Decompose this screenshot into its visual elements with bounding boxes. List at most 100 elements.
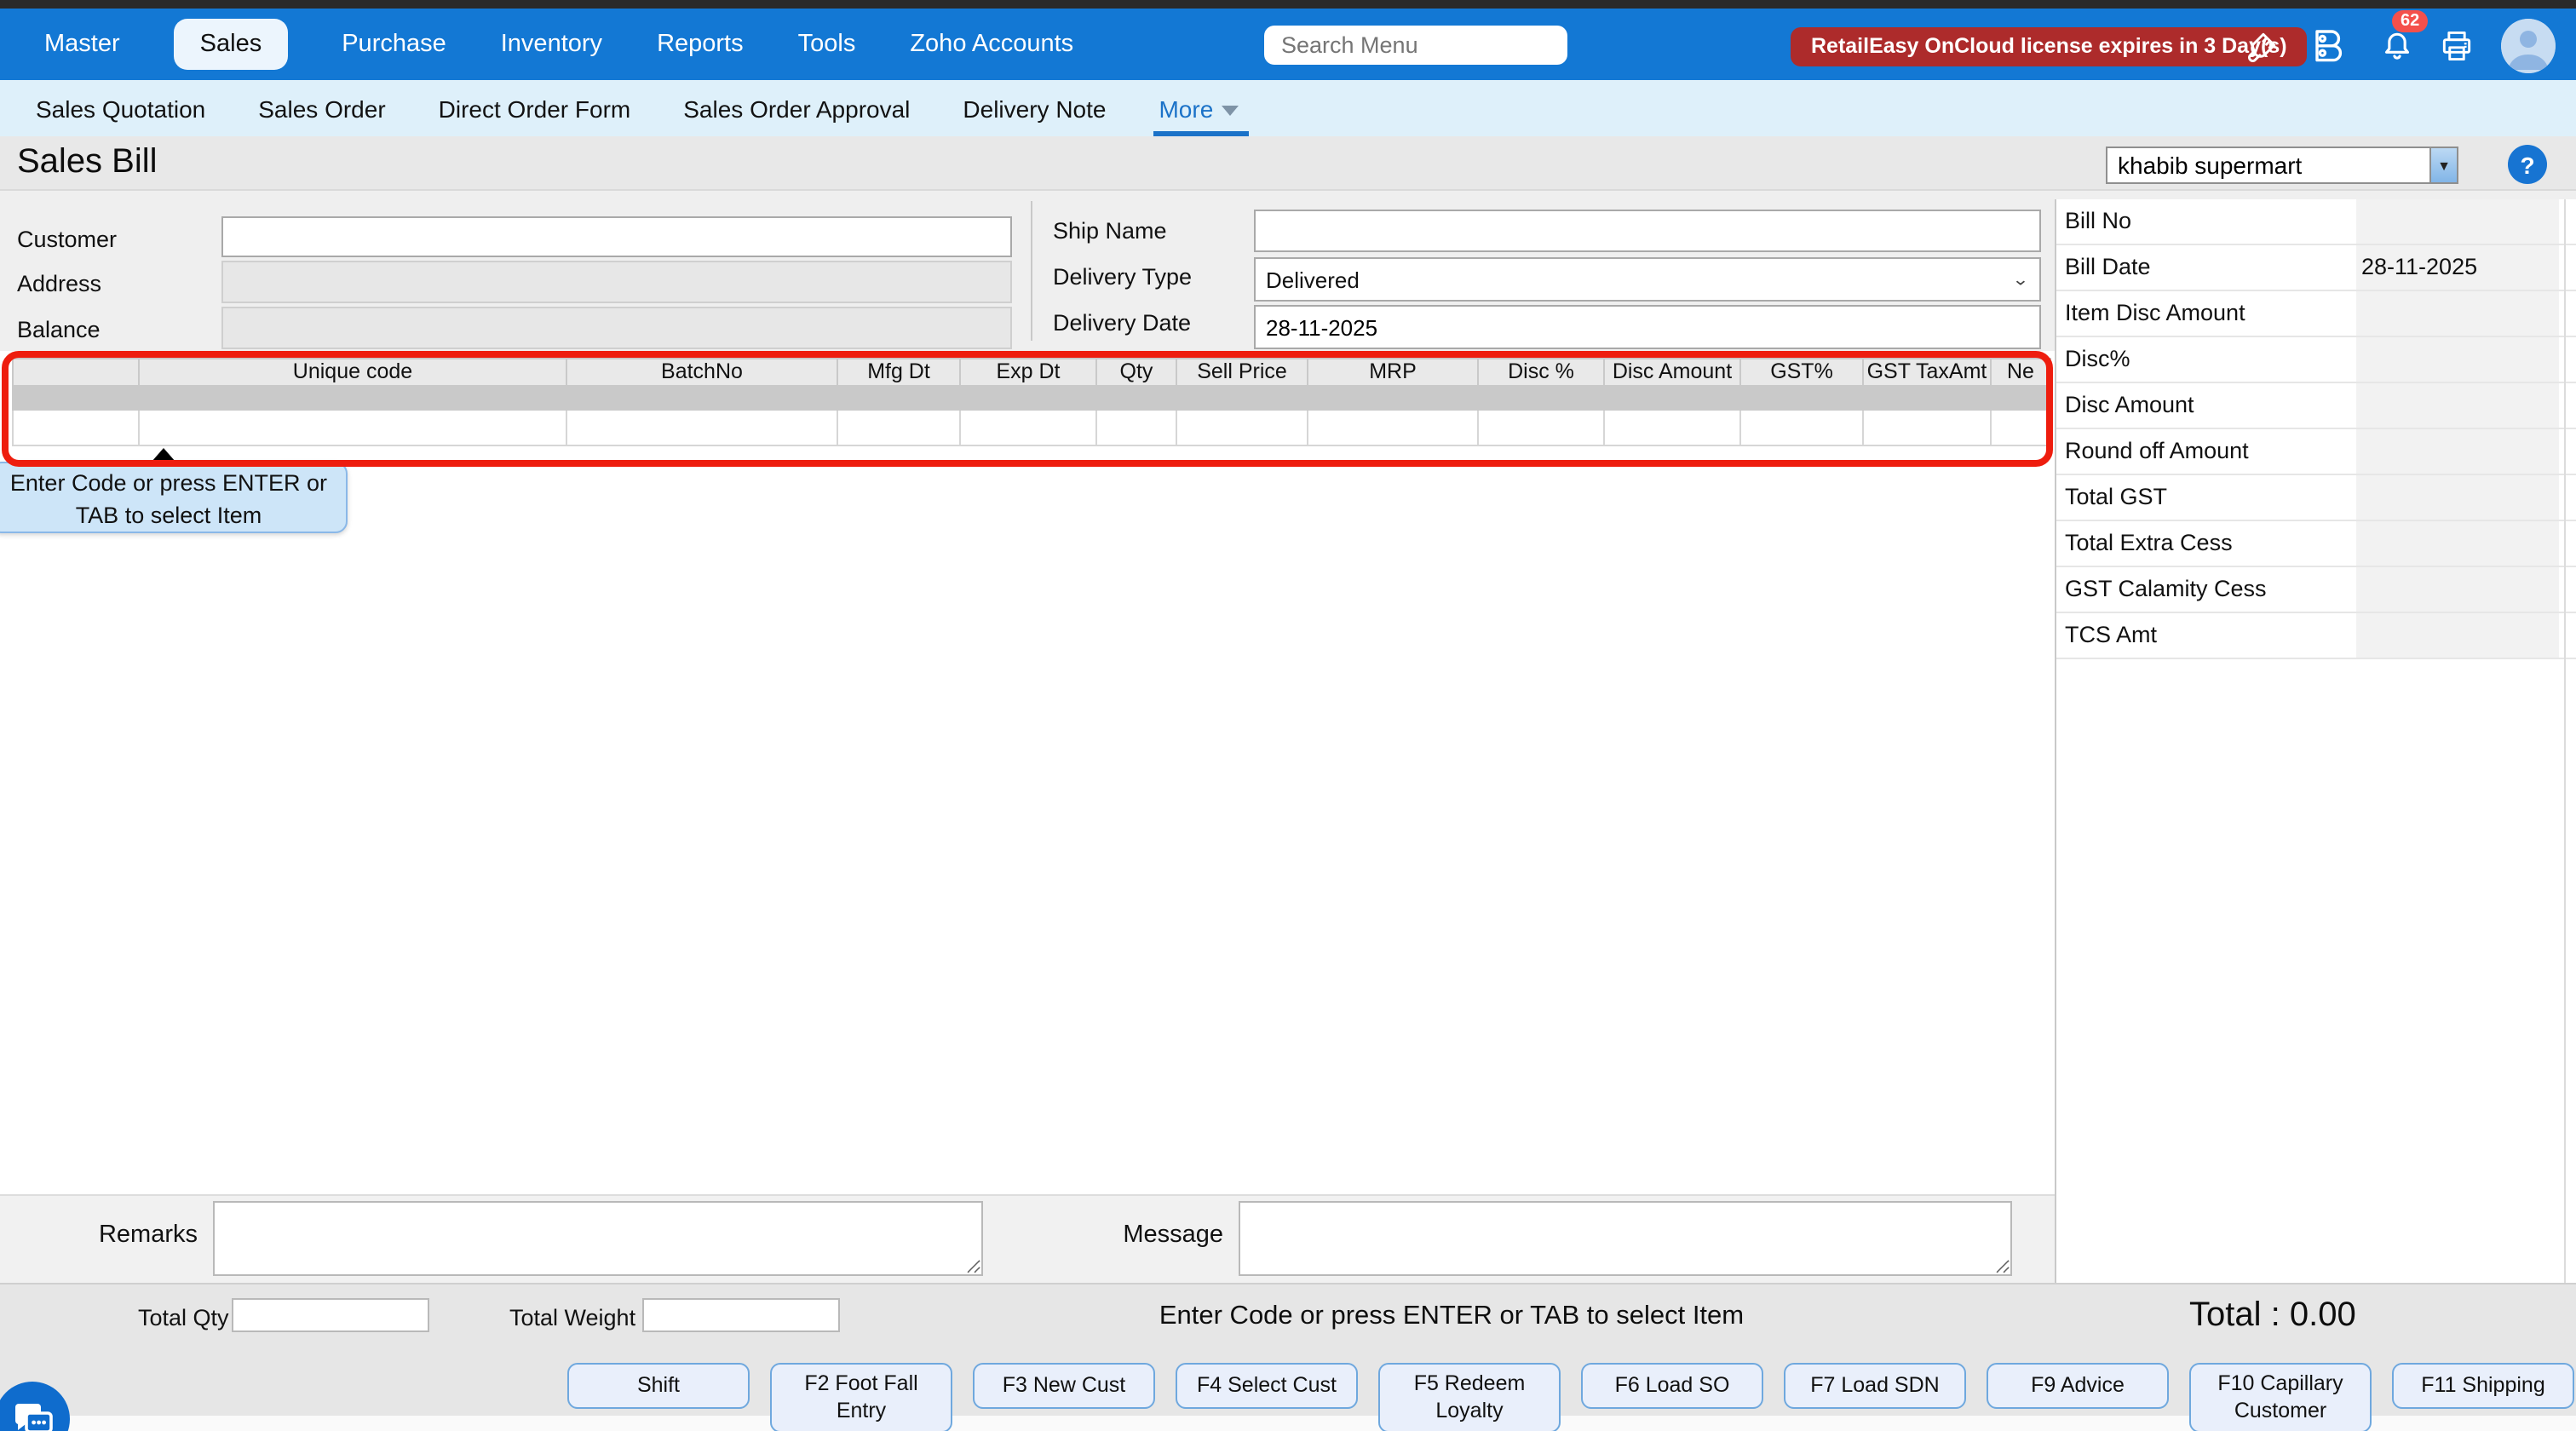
summary-row-total-extra-cess: Total Extra Cess xyxy=(2056,521,2576,567)
balance-input xyxy=(221,307,1012,349)
subnav-item-more[interactable]: More xyxy=(1159,80,1239,136)
sales-subnav: Sales Quotation Sales Order Direct Order F… xyxy=(0,80,2576,136)
fn-button-f2-foot-fall-entry[interactable]: F2 Foot Fall Entry xyxy=(770,1363,952,1431)
fn-button-f6-load-so[interactable]: F6 Load SO xyxy=(1581,1363,1763,1409)
nav-item-reports[interactable]: Reports xyxy=(657,31,744,58)
user-avatar[interactable] xyxy=(2501,19,2556,73)
entry-cell-qty[interactable] xyxy=(1097,411,1177,445)
fn-button-f4-select-cust[interactable]: F4 Select Cust xyxy=(1176,1363,1358,1409)
customer-input[interactable] xyxy=(221,216,1012,257)
summary-row-bill-date: Bill Date28-11-2025 xyxy=(2056,245,2576,291)
entry-cell-ne[interactable] xyxy=(1992,411,2050,445)
ship-name-label: Ship Name xyxy=(1053,218,1167,244)
summary-value-tcs-amt xyxy=(2356,613,2559,658)
col-header-ne: Ne xyxy=(1992,359,2050,387)
summary-row-disc: Disc% xyxy=(2056,337,2576,383)
message-textarea[interactable] xyxy=(1239,1201,2012,1276)
entry-cell-gst-taxamt[interactable] xyxy=(1864,411,1992,445)
summary-row-total-gst: Total GST xyxy=(2056,475,2576,521)
help-icon[interactable]: ? xyxy=(2508,145,2547,184)
fn-button-f9-advice[interactable]: F9 Advice xyxy=(1987,1363,2169,1409)
col-header-mrp: MRP xyxy=(1308,359,1479,387)
summary-label-bill-date: Bill Date xyxy=(2065,245,2151,290)
store-selector[interactable] xyxy=(2106,147,2431,184)
form-divider xyxy=(1031,201,1032,341)
fn-button-f3-new-cust[interactable]: F3 New Cust xyxy=(973,1363,1155,1409)
nav-item-master[interactable]: Master xyxy=(44,31,120,58)
entry-cell-sell-price[interactable] xyxy=(1177,411,1308,445)
subnav-item-direct-order-form[interactable]: Direct Order Form xyxy=(439,80,631,136)
subnav-item-delivery-note[interactable]: Delivery Note xyxy=(963,80,1106,136)
summary-label-total-gst: Total GST xyxy=(2065,475,2167,520)
license-warning-badge: RetailEasy OnCloud license expires in 3 … xyxy=(1791,27,2308,66)
summary-value-item-disc-amount xyxy=(2356,291,2559,336)
delivery-type-select[interactable]: Delivered ⌄ xyxy=(1254,257,2041,302)
col-header-gst-taxamt: GST TaxAmt xyxy=(1864,359,1992,387)
page-title: Sales Bill xyxy=(17,143,158,182)
total-qty-label: Total Qty xyxy=(138,1305,229,1330)
summary-label-round-off-amount: Round off Amount xyxy=(2065,429,2249,474)
chevron-down-icon xyxy=(1222,105,1239,115)
zoho-books-icon[interactable] xyxy=(2307,26,2348,66)
summary-label-disc: Disc% xyxy=(2065,337,2130,382)
bill-summary-panel: Bill NoBill Date28-11-2025Item Disc Amou… xyxy=(2055,199,2576,1283)
nav-item-tools[interactable]: Tools xyxy=(798,31,856,58)
summary-label-gst-calamity-cess: GST Calamity Cess xyxy=(2065,567,2267,612)
summary-value-total-gst xyxy=(2356,475,2559,520)
entry-cell-disc[interactable] xyxy=(1479,411,1605,445)
fn-button-f7-load-sdn[interactable]: F7 Load SDN xyxy=(1784,1363,1966,1409)
grand-total-label: Total : xyxy=(2189,1296,2280,1334)
fn-button-f5-redeem-loyalty[interactable]: F5 Redeem Loyalty xyxy=(1378,1363,1561,1431)
balance-label: Balance xyxy=(17,317,101,342)
summary-row-disc-amount: Disc Amount xyxy=(2056,383,2576,429)
entry-cell-exp-dt[interactable] xyxy=(961,411,1097,445)
summary-label-disc-amount: Disc Amount xyxy=(2065,383,2194,428)
item-code-hint: Enter Code or press ENTER or TAB to sele… xyxy=(1026,1302,1877,1332)
function-buttons: Shift F2 Foot Fall Entry F3 New Cust F4 Sel… xyxy=(567,1363,2574,1431)
nav-item-purchase[interactable]: Purchase xyxy=(342,31,446,58)
col-header-exp-dt: Exp Dt xyxy=(961,359,1097,387)
entry-cell-unique-code[interactable] xyxy=(140,411,567,445)
summary-value-round-off-amount xyxy=(2356,429,2559,474)
ship-name-input[interactable] xyxy=(1254,210,2041,252)
fn-button-f11-shipping[interactable]: F11 Shipping xyxy=(2392,1363,2574,1409)
summary-value-disc-amount xyxy=(2356,383,2559,428)
theme-brush-icon[interactable] xyxy=(2242,26,2283,66)
total-weight-label: Total Weight xyxy=(509,1305,635,1330)
grand-total-value: 0.00 xyxy=(2290,1296,2356,1334)
col-header-unique-code: Unique code xyxy=(140,359,567,387)
delivery-type-label: Delivery Type xyxy=(1053,264,1192,290)
entry-cell-row-selector[interactable] xyxy=(14,411,140,445)
notification-count-badge: 62 xyxy=(2392,10,2428,32)
entry-cell-disc-amount[interactable] xyxy=(1605,411,1741,445)
nav-item-zoho-accounts[interactable]: Zoho Accounts xyxy=(910,31,1073,58)
total-qty-input[interactable] xyxy=(232,1298,429,1332)
subnav-item-sales-quotation[interactable]: Sales Quotation xyxy=(36,80,205,136)
entry-cell-mfg-dt[interactable] xyxy=(838,411,961,445)
entry-cell-batchno[interactable] xyxy=(567,411,838,445)
subnav-item-sales-order[interactable]: Sales Order xyxy=(258,80,385,136)
chat-support-button[interactable] xyxy=(0,1382,70,1431)
remarks-textarea[interactable] xyxy=(213,1201,983,1276)
item-code-tooltip: Enter Code or press ENTER or TAB to sele… xyxy=(0,462,348,533)
address-label: Address xyxy=(17,271,101,296)
delivery-date-input[interactable] xyxy=(1254,305,2041,349)
total-weight-input[interactable] xyxy=(642,1298,840,1332)
store-selector-dropdown-icon[interactable]: ▼ xyxy=(2431,147,2458,184)
customer-label: Customer xyxy=(17,227,117,252)
fn-button-shift[interactable]: Shift xyxy=(567,1363,750,1409)
nav-item-inventory[interactable]: Inventory xyxy=(501,31,602,58)
subnav-item-sales-order-approval[interactable]: Sales Order Approval xyxy=(683,80,910,136)
remarks-label: Remarks xyxy=(68,1221,198,1249)
nav-item-sales[interactable]: Sales xyxy=(175,19,288,70)
search-input[interactable] xyxy=(1264,26,1567,65)
col-header-disc-amount: Disc Amount xyxy=(1605,359,1741,387)
col-header-sell-price: Sell Price xyxy=(1177,359,1308,387)
entry-cell-mrp[interactable] xyxy=(1308,411,1479,445)
summary-row-bill-no: Bill No xyxy=(2056,199,2576,245)
delivery-type-value: Delivered xyxy=(1266,267,1360,292)
printer-icon[interactable] xyxy=(2436,26,2477,66)
address-input xyxy=(221,261,1012,303)
entry-cell-gst[interactable] xyxy=(1741,411,1864,445)
fn-button-f10-capillary-customer[interactable]: F10 Capillary Customer xyxy=(2189,1363,2372,1431)
